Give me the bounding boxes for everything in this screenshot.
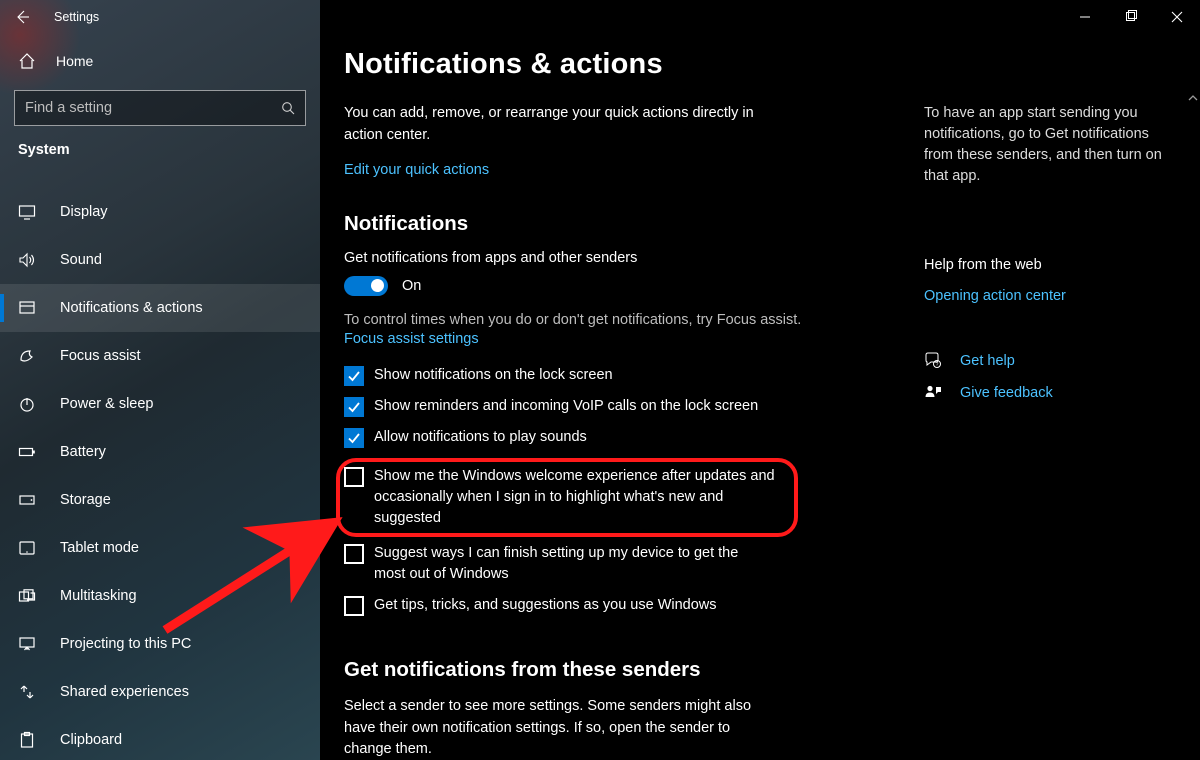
sidebar-item-power-sleep[interactable]: Power & sleep <box>0 380 320 428</box>
sidebar-item-notifications-actions[interactable]: Notifications & actions <box>0 284 320 332</box>
checkbox-label: Get tips, tricks, and suggestions as you… <box>374 595 717 616</box>
main-content: Notifications & actions You can add, rem… <box>320 0 1200 760</box>
checkbox[interactable] <box>344 428 364 448</box>
titlebar: Settings <box>0 0 1200 34</box>
focus-assist-hint: To control times when you do or don't ge… <box>344 310 804 330</box>
window-title: Settings <box>44 10 99 24</box>
clipboard-icon <box>18 731 42 749</box>
give-feedback-link[interactable]: Give feedback <box>960 385 1053 401</box>
sidebar-item-label: Power & sleep <box>60 396 154 412</box>
feedback-icon <box>924 384 948 402</box>
scrollbar[interactable] <box>1185 90 1200 730</box>
notification-option-0[interactable]: Show notifications on the lock screen <box>344 365 764 386</box>
checkbox-label: Show me the Windows welcome experience a… <box>374 466 784 529</box>
maximize-button[interactable] <box>1108 0 1154 34</box>
scroll-up-icon[interactable] <box>1185 90 1200 106</box>
checkbox[interactable] <box>344 596 364 616</box>
page-title: Notifications & actions <box>344 48 1200 81</box>
home-label: Home <box>56 53 93 69</box>
notification-option-3[interactable]: Show me the Windows welcome experience a… <box>336 458 798 537</box>
sidebar-item-projecting-to-this-pc[interactable]: Projecting to this PC <box>0 620 320 668</box>
search-input[interactable] <box>15 100 271 116</box>
sidebar-item-focus-assist[interactable]: Focus assist <box>0 332 320 380</box>
display-icon <box>18 203 42 221</box>
sidebar-item-sound[interactable]: Sound <box>0 236 320 284</box>
help-web-link[interactable]: Opening action center <box>924 288 1066 304</box>
checkbox-label: Suggest ways I can finish setting up my … <box>374 543 764 585</box>
notification-option-4[interactable]: Suggest ways I can finish setting up my … <box>344 543 764 585</box>
checkbox[interactable] <box>344 366 364 386</box>
sidebar-item-clipboard[interactable]: Clipboard <box>0 716 320 760</box>
svg-text:?: ? <box>936 362 939 368</box>
notification-option-2[interactable]: Allow notifications to play sounds <box>344 427 764 448</box>
notifications-sublabel: Get notifications from apps and other se… <box>344 250 904 266</box>
category-header: System <box>0 140 320 168</box>
close-button[interactable] <box>1154 0 1200 34</box>
storage-icon <box>18 491 42 509</box>
sidebar-item-label: Display <box>60 204 108 220</box>
notifications-toggle-state: On <box>402 278 421 294</box>
help-from-web-header: Help from the web <box>924 257 1174 273</box>
projecting-icon <box>18 635 42 653</box>
sound-icon <box>18 251 42 269</box>
get-help-link[interactable]: Get help <box>960 353 1015 369</box>
shared-icon <box>18 683 42 701</box>
home-icon <box>18 52 42 70</box>
tip-text: To have an app start sending you notific… <box>924 103 1174 187</box>
get-help-icon: ? <box>924 352 948 370</box>
checkbox[interactable] <box>344 544 364 564</box>
focus-assist-icon <box>18 347 42 365</box>
sidebar-item-label: Tablet mode <box>60 540 139 556</box>
senders-desc: Select a sender to see more settings. So… <box>344 696 774 760</box>
sidebar-item-storage[interactable]: Storage <box>0 476 320 524</box>
notification-option-1[interactable]: Show reminders and incoming VoIP calls o… <box>344 396 764 417</box>
minimize-button[interactable] <box>1062 0 1108 34</box>
notifications-toggle[interactable] <box>344 276 388 296</box>
search-input-wrap[interactable] <box>14 90 306 126</box>
sidebar-item-label: Clipboard <box>60 732 122 748</box>
back-button[interactable] <box>0 0 44 34</box>
sidebar-item-battery[interactable]: Battery <box>0 428 320 476</box>
checkbox[interactable] <box>344 397 364 417</box>
quick-actions-desc: You can add, remove, or rearrange your q… <box>344 103 784 147</box>
multitasking-icon <box>18 587 42 605</box>
notifications-icon <box>18 299 42 317</box>
sidebar-item-label: Multitasking <box>60 588 137 604</box>
sidebar-item-label: Storage <box>60 492 111 508</box>
tablet-icon <box>18 539 42 557</box>
sidebar-item-label: Notifications & actions <box>60 300 203 316</box>
sidebar-item-multitasking[interactable]: Multitasking <box>0 572 320 620</box>
sidebar-item-display[interactable]: Display <box>0 188 320 236</box>
sidebar-item-tablet-mode[interactable]: Tablet mode <box>0 524 320 572</box>
checkbox-label: Allow notifications to play sounds <box>374 427 587 448</box>
edit-quick-actions-link[interactable]: Edit your quick actions <box>344 162 489 178</box>
notifications-heading: Notifications <box>344 212 904 236</box>
search-icon <box>271 101 305 116</box>
battery-icon <box>18 443 42 461</box>
home-nav[interactable]: Home <box>0 40 320 82</box>
sidebar-item-label: Battery <box>60 444 106 460</box>
sidebar: Home System Display Sound Notifications & … <box>0 0 320 760</box>
checkbox[interactable] <box>344 467 364 487</box>
senders-heading: Get notifications from these senders <box>344 658 904 682</box>
focus-assist-link[interactable]: Focus assist settings <box>344 331 479 347</box>
power-icon <box>18 395 42 413</box>
sidebar-item-label: Projecting to this PC <box>60 636 191 652</box>
sidebar-item-label: Focus assist <box>60 348 141 364</box>
sidebar-item-shared-experiences[interactable]: Shared experiences <box>0 668 320 716</box>
sidebar-item-label: Shared experiences <box>60 684 189 700</box>
checkbox-label: Show notifications on the lock screen <box>374 365 613 386</box>
checkbox-label: Show reminders and incoming VoIP calls o… <box>374 396 758 417</box>
notification-option-5[interactable]: Get tips, tricks, and suggestions as you… <box>344 595 764 616</box>
sidebar-item-label: Sound <box>60 252 102 268</box>
